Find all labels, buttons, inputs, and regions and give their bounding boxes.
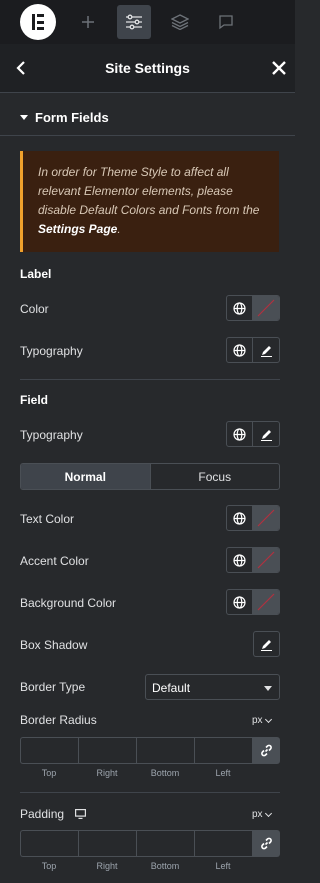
layers-icon[interactable]: [163, 5, 197, 39]
pencil-icon: [261, 639, 272, 651]
theme-style-alert: In order for Theme Style to affect all r…: [20, 151, 279, 252]
label-color-label: Color: [20, 302, 49, 316]
border-radius-unit-select[interactable]: px: [252, 715, 272, 726]
accent-color-label: Accent Color: [20, 554, 89, 568]
border-radius-left-input[interactable]: [194, 737, 252, 764]
divider: [0, 135, 295, 136]
background-color-control: [226, 589, 280, 615]
border-radius-side-labels: Top Right Bottom Left: [20, 768, 252, 778]
section-title: Form Fields: [35, 110, 109, 125]
side-label-bottom: Bottom: [150, 768, 180, 778]
desktop-icon[interactable]: [75, 809, 87, 819]
side-label-right: Right: [96, 861, 118, 871]
box-shadow-edit-button[interactable]: [253, 631, 280, 657]
padding-left-input[interactable]: [194, 830, 252, 857]
padding-unit-select[interactable]: px: [252, 809, 272, 820]
elementor-logo-icon[interactable]: [20, 4, 56, 40]
padding-right-input[interactable]: [78, 830, 136, 857]
section-toggle-form-fields[interactable]: Form Fields: [20, 110, 109, 125]
text-color-label: Text Color: [20, 512, 75, 526]
side-label-bottom: Bottom: [150, 861, 180, 871]
label-typography-label: Typography: [20, 344, 83, 358]
chevron-down-icon: [264, 809, 272, 817]
pencil-icon[interactable]: [253, 338, 279, 362]
plus-icon[interactable]: [71, 5, 105, 39]
field-group-heading: Field: [20, 393, 49, 407]
pencil-icon[interactable]: [253, 422, 279, 446]
color-swatch-unset[interactable]: [253, 506, 279, 530]
tab-focus[interactable]: Focus: [149, 464, 280, 489]
globe-icon[interactable]: [227, 338, 253, 362]
tab-normal[interactable]: Normal: [21, 464, 150, 489]
label-group-heading: Label: [20, 267, 52, 281]
color-swatch-unset[interactable]: [253, 548, 279, 572]
link-icon[interactable]: [252, 737, 280, 764]
page-title: Site Settings: [105, 60, 190, 76]
side-label-right: Right: [96, 768, 118, 778]
padding-bottom-input[interactable]: [136, 830, 194, 857]
globe-icon[interactable]: [227, 548, 253, 572]
border-type-select[interactable]: Default: [145, 674, 280, 700]
accent-color-control: [226, 547, 280, 573]
text-color-control: [226, 505, 280, 531]
border-type-value: Default: [152, 681, 191, 695]
unit-value: px: [252, 809, 263, 820]
caret-down-icon: [264, 686, 272, 691]
border-radius-label: Border Radius: [20, 713, 97, 727]
sliders-icon[interactable]: [117, 5, 151, 39]
field-typography-control: [226, 421, 280, 447]
border-radius-top-input[interactable]: [20, 737, 78, 764]
padding-label-text: Padding: [20, 807, 65, 821]
globe-icon[interactable]: [227, 590, 253, 614]
caret-down-icon: [20, 115, 28, 120]
comment-icon[interactable]: [209, 5, 243, 39]
label-typography-control: [226, 337, 280, 363]
background-color-label: Background Color: [20, 596, 117, 610]
border-type-label: Border Type: [20, 680, 86, 694]
box-shadow-label: Box Shadow: [20, 638, 88, 652]
padding-side-labels: Top Right Bottom Left: [20, 861, 252, 871]
color-swatch-unset[interactable]: [253, 590, 279, 614]
panel-header: Site Settings: [0, 44, 295, 93]
border-radius-bottom-input[interactable]: [136, 737, 194, 764]
unit-value: px: [252, 715, 263, 726]
alert-text-end: .: [117, 222, 121, 236]
globe-icon[interactable]: [227, 506, 253, 530]
padding-label: Padding: [20, 807, 87, 821]
side-label-top: Top: [41, 768, 57, 778]
top-toolbar: [0, 0, 295, 44]
divider: [20, 792, 280, 793]
close-icon[interactable]: [270, 59, 288, 77]
divider: [20, 379, 280, 380]
chevron-down-icon: [264, 715, 272, 723]
border-radius-right-input[interactable]: [78, 737, 136, 764]
side-label-left: Left: [215, 768, 231, 778]
globe-icon[interactable]: [227, 296, 253, 320]
padding-inputs: [20, 830, 280, 857]
padding-top-input[interactable]: [20, 830, 78, 857]
settings-page-link[interactable]: Settings Page: [38, 222, 117, 236]
color-swatch-unset[interactable]: [253, 296, 279, 320]
label-color-control: [226, 295, 280, 321]
alert-text: In order for Theme Style to affect all r…: [38, 165, 260, 217]
border-radius-inputs: [20, 737, 280, 764]
state-tabs: Normal Focus: [20, 463, 280, 490]
side-label-left: Left: [215, 861, 231, 871]
field-typography-label: Typography: [20, 428, 83, 442]
side-label-top: Top: [41, 861, 57, 871]
globe-icon[interactable]: [227, 422, 253, 446]
link-icon[interactable]: [252, 830, 280, 857]
